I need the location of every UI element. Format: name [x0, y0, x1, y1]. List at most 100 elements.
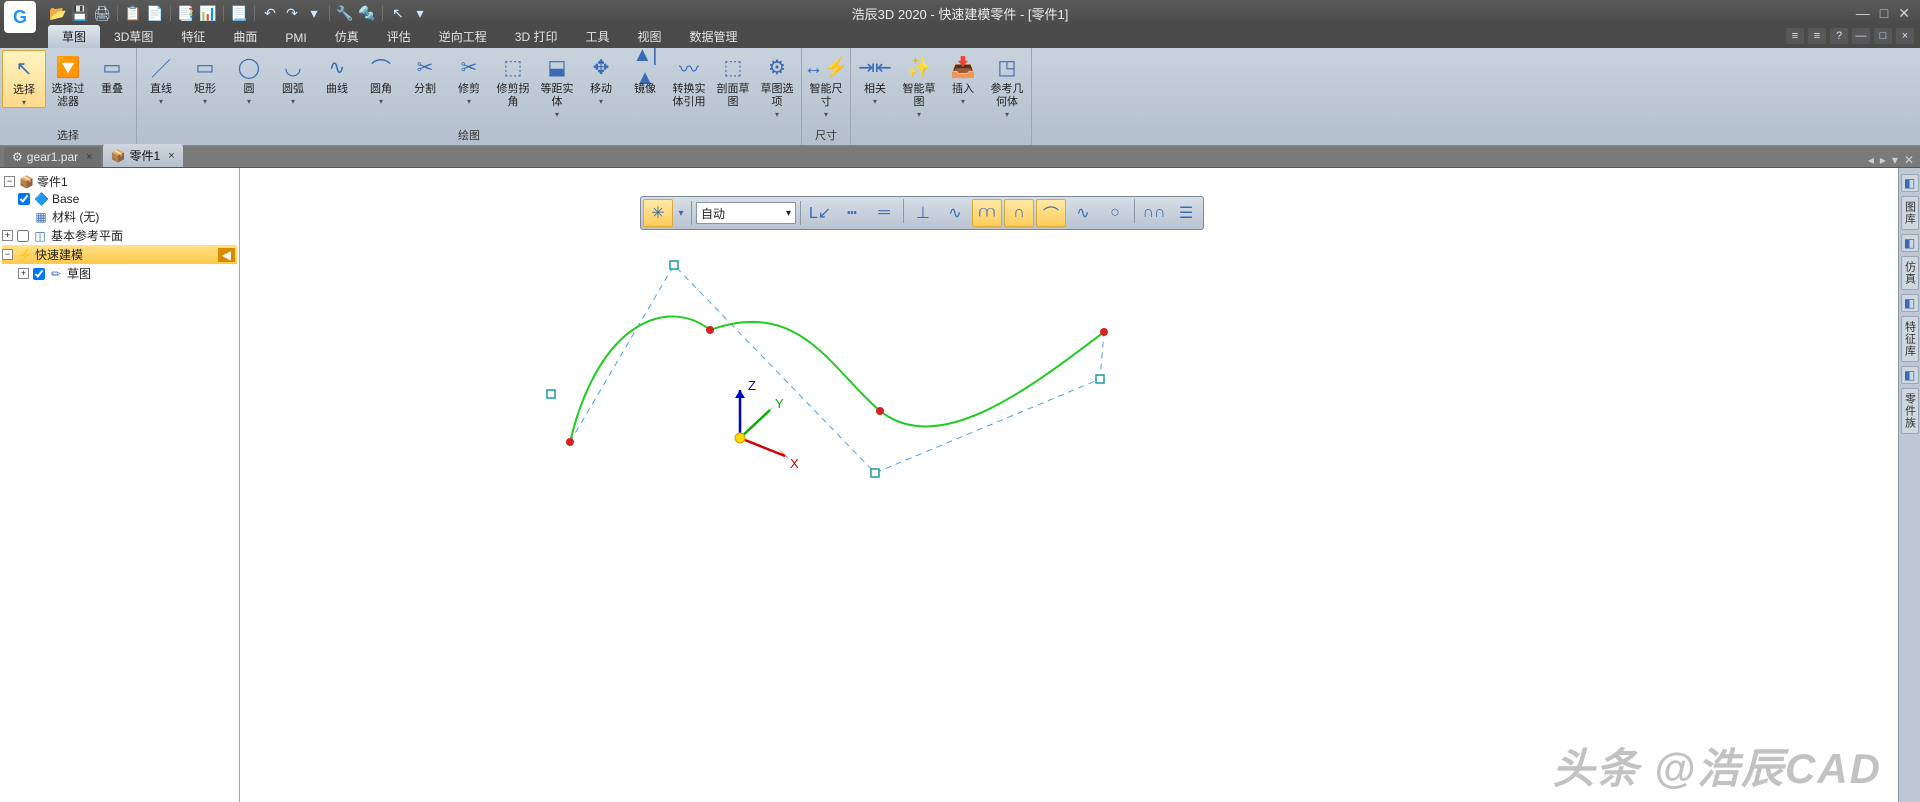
side-tab[interactable]: 特征库 [1901, 316, 1919, 362]
ribbon-right-button[interactable]: □ [1874, 28, 1892, 44]
qat-button[interactable]: 📊 [198, 3, 218, 23]
app-logo[interactable]: G [4, 1, 36, 33]
ribbon-button[interactable]: ✂修剪▾ [447, 50, 491, 106]
ribbon-right-button[interactable]: × [1896, 28, 1914, 44]
side-icon[interactable]: ◧ [1901, 294, 1919, 312]
tree-root[interactable]: − 📦 零件1 [2, 172, 237, 191]
side-icon[interactable]: ◧ [1901, 234, 1919, 252]
expand-icon[interactable]: + [18, 268, 29, 279]
ribbon-button[interactable]: ▭矩形▾ [183, 50, 227, 106]
ribbon-button[interactable]: ／直线▾ [139, 50, 183, 106]
ribbon-button[interactable]: ⇥⇤相关▾ [853, 50, 897, 106]
side-icon[interactable]: ◧ [1901, 174, 1919, 192]
ribbon-button[interactable]: ⬚修剪拐角 [491, 50, 535, 109]
ribbon-tab[interactable]: 数据管理 [676, 25, 752, 48]
checkbox[interactable] [17, 230, 29, 242]
ribbon-button[interactable]: 📥插入▾ [941, 50, 985, 106]
ribbon-button[interactable]: ∿曲线 [315, 50, 359, 96]
collapse-icon[interactable]: − [2, 249, 13, 260]
side-tab[interactable]: 图库 [1901, 196, 1919, 230]
checkbox[interactable] [18, 193, 30, 205]
ribbon-button[interactable]: 〰转换实体引用 [667, 50, 711, 109]
tree-base[interactable]: 🔷 Base [2, 191, 237, 207]
doc-nav-button[interactable]: ▸ [1880, 153, 1886, 167]
close-icon[interactable]: × [168, 150, 174, 162]
doc-nav-button[interactable]: ▾ [1892, 153, 1898, 167]
tree-quick-model[interactable]: − ⚡ 快速建模 ◀ [2, 245, 237, 264]
qat-button[interactable]: 📋 [123, 3, 143, 23]
checkbox[interactable] [33, 268, 45, 280]
expand-icon[interactable]: − [4, 176, 15, 187]
document-tab[interactable]: 📦零件1× [103, 144, 183, 167]
ribbon-button[interactable]: ◡圆弧▾ [271, 50, 315, 106]
close-button[interactable]: ✕ [1898, 5, 1910, 22]
ribbon-tab[interactable]: PMI [271, 28, 320, 48]
ribbon-right-button[interactable]: ≡ [1786, 28, 1804, 44]
ribbon-button[interactable]: ✥移动▾ [579, 50, 623, 106]
ribbon-button[interactable]: ⬓等距实体▾ [535, 50, 579, 119]
tree-sketch[interactable]: + ✏ 草图 [2, 264, 237, 283]
ribbon-tab[interactable]: 工具 [571, 25, 623, 48]
ribbon-button-label: 参考几何体 [986, 83, 1028, 109]
app-title: 浩辰3D 2020 - 快速建模零件 - [零件1] [852, 4, 1069, 23]
ribbon-button[interactable]: ▲|▲镜像 [623, 50, 667, 96]
qat-button[interactable]: 📄 [145, 3, 165, 23]
tool-icon: ▲|▲ [631, 53, 659, 81]
ribbon-button[interactable]: 🔽选择过滤器 [46, 50, 90, 109]
ribbon-button[interactable]: ◳参考几何体▾ [985, 50, 1029, 119]
qat-button[interactable]: 🖨 [92, 3, 112, 23]
ribbon-button[interactable]: ⚙草图选项▾ [755, 50, 799, 119]
ribbon: ↖选择▾🔽选择过滤器▭重叠选择／直线▾▭矩形▾◯圆▾◡圆弧▾∿曲线⌒圆角▾✂分割… [0, 48, 1920, 146]
tool-icon: ⬚ [719, 53, 747, 81]
ribbon-button[interactable]: ▭重叠 [90, 50, 134, 96]
ribbon-button[interactable]: ↖选择▾ [2, 50, 46, 108]
minimize-button[interactable]: — [1856, 5, 1870, 22]
material-icon: ▦ [34, 210, 48, 224]
doc-nav-button[interactable]: ✕ [1904, 153, 1914, 167]
canvas[interactable]: ✳ ▾ 自动▾ L↙┅═⊥∿⩋∩⌒∿○∩∩☰ [240, 168, 1898, 802]
ribbon-tab[interactable]: 草图 [48, 25, 100, 48]
expand-icon[interactable]: + [2, 230, 13, 241]
ribbon-tab[interactable]: 逆向工程 [425, 25, 501, 48]
ribbon-tab[interactable]: 评估 [373, 25, 425, 48]
qat-button[interactable]: ↶ [260, 3, 280, 23]
qat-button[interactable]: 🔩 [357, 3, 377, 23]
qat-button[interactable]: ▾ [410, 3, 430, 23]
qat-button[interactable]: ▾ [304, 3, 324, 23]
side-tab[interactable]: 零件族 [1901, 388, 1919, 434]
tree-material[interactable]: ▦ 材料 (无) [2, 207, 237, 226]
ribbon-button-label: 转换实体引用 [668, 83, 710, 109]
qat-button[interactable]: ↷ [282, 3, 302, 23]
side-icon[interactable]: ◧ [1901, 366, 1919, 384]
qat-button[interactable]: 📂 [48, 3, 68, 23]
ribbon-tab[interactable]: 视图 [623, 25, 675, 48]
document-tab[interactable]: ⚙gear1.par× [4, 147, 101, 167]
ribbon-group-label: 尺寸 [804, 125, 848, 145]
ribbon-button[interactable]: ⌒圆角▾ [359, 50, 403, 106]
ribbon-tab[interactable]: 3D 打印 [501, 25, 572, 48]
ribbon-button[interactable]: ◯圆▾ [227, 50, 271, 106]
ribbon-right-button[interactable]: — [1852, 28, 1870, 44]
side-tab[interactable]: 仿真 [1901, 256, 1919, 290]
ribbon-tab[interactable]: 仿真 [321, 25, 373, 48]
doc-nav-button[interactable]: ◂ [1868, 153, 1874, 167]
tree-ref-planes[interactable]: + ◫ 基本参考平面 [2, 226, 237, 245]
tool-icon: ✂ [411, 53, 439, 81]
ribbon-right-button[interactable]: ≡ [1808, 28, 1826, 44]
qat-button[interactable]: ↖ [388, 3, 408, 23]
ribbon-group-label [853, 141, 1029, 145]
close-icon[interactable]: × [86, 151, 92, 163]
ribbon-tab[interactable]: 特征 [167, 25, 219, 48]
qat-button[interactable]: 🔧 [335, 3, 355, 23]
ribbon-button[interactable]: ✂分割 [403, 50, 447, 96]
qat-button[interactable]: 📃 [229, 3, 249, 23]
ribbon-button[interactable]: ⬚剖面草图 [711, 50, 755, 109]
maximize-button[interactable]: □ [1880, 5, 1888, 22]
ribbon-tab[interactable]: 3D草图 [100, 25, 167, 48]
ribbon-button[interactable]: ↔⚡智能尺寸▾ [804, 50, 848, 119]
qat-button[interactable]: 📑 [176, 3, 196, 23]
qat-button[interactable]: 💾 [70, 3, 90, 23]
ribbon-right-button[interactable]: ? [1830, 28, 1848, 44]
ribbon-button[interactable]: ✨智能草图▾ [897, 50, 941, 119]
ribbon-tab[interactable]: 曲面 [219, 25, 271, 48]
